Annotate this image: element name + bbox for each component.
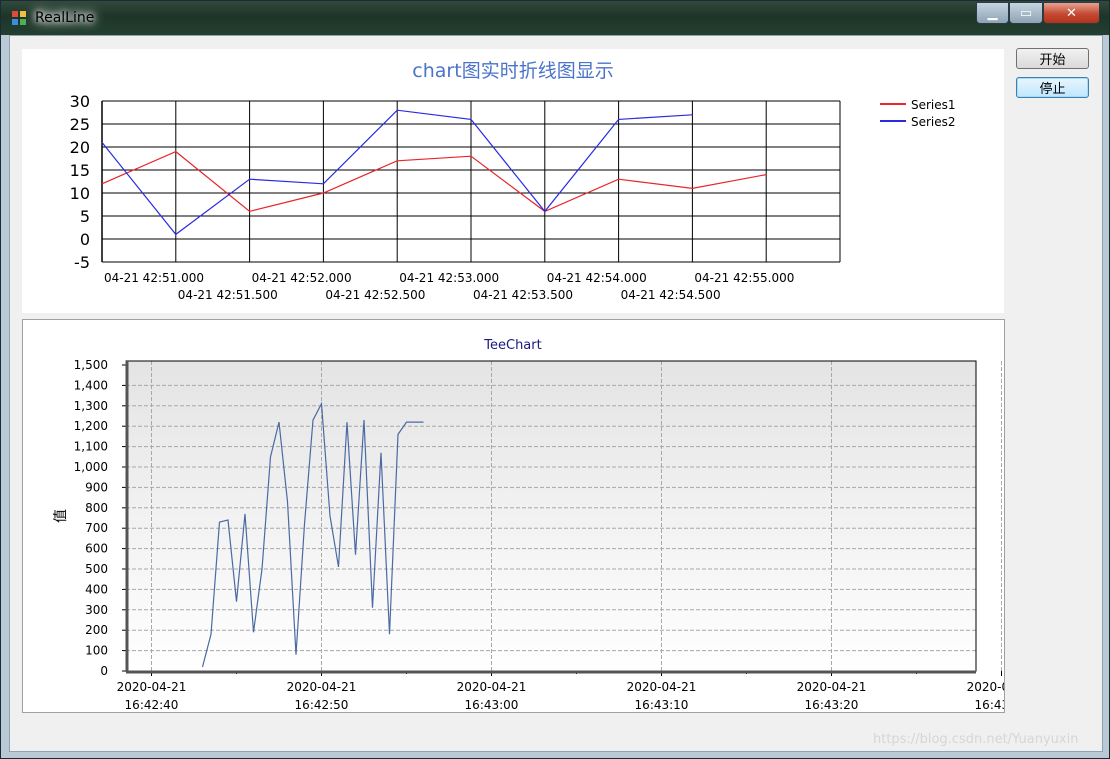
y-tick-label: 200: [85, 623, 108, 637]
y-tick-label: 25: [70, 115, 90, 134]
y-tick-label: 1,200: [74, 419, 108, 433]
x-tick-date: 2020-04-21: [627, 680, 697, 694]
y-axis-title: 值: [53, 509, 69, 523]
csdn-watermark: https://blog.csdn.net/Yuanyuxin: [873, 732, 1079, 747]
x-tick-date: 2020-04-21: [797, 680, 867, 694]
x-tick-label: 04-21 42:53.000: [399, 271, 499, 285]
x-tick-label: 04-21 42:54.000: [547, 271, 647, 285]
y-tick-label: 1,000: [74, 460, 108, 474]
x-tick-time: 16:42:40: [125, 698, 179, 712]
chart-title: chart图实时折线图显示: [412, 60, 613, 82]
app-icon: [12, 11, 26, 25]
x-tick-date: 2020-04-21: [287, 680, 357, 694]
x-tick-label: 04-21 42:54.500: [621, 288, 721, 302]
y-tick-label: 400: [85, 582, 108, 596]
x-tick-time: 16:42:50: [295, 698, 349, 712]
y-tick-label: 500: [85, 562, 108, 576]
y-tick-label: 1,500: [74, 358, 108, 372]
y-tick-label: 800: [85, 501, 108, 515]
y-tick-label: -5: [74, 253, 90, 272]
legend-label-2: Series2: [911, 115, 956, 129]
x-tick-time: 16:43:20: [805, 698, 859, 712]
x-tick-date: 2020-04-21: [117, 680, 187, 694]
x-tick-label: 04-21 42:51.500: [178, 288, 278, 302]
start-button[interactable]: 开始: [1016, 48, 1089, 69]
y-tick-label: 10: [70, 184, 90, 203]
x-tick-label: 04-21 42:55.000: [694, 271, 794, 285]
y-tick-label: 300: [85, 603, 108, 617]
x-tick-time: 16:43:00: [465, 698, 519, 712]
y-tick-label: 1,400: [74, 378, 108, 392]
y-tick-label: 15: [70, 161, 90, 180]
y-tick-label: 0: [100, 664, 108, 678]
ms-chart-panel: chart图实时折线图显示 30 25 20 15 10 5 0 -5 04-21 42:51.0…: [22, 49, 1004, 313]
y-tick-label: 1,100: [74, 440, 108, 454]
maximize-icon: ▭: [1019, 5, 1033, 21]
x-tick-label: 04-21 42:51.000: [104, 271, 204, 285]
y-tick-label: 1,300: [74, 399, 108, 413]
stop-button[interactable]: 停止: [1016, 77, 1089, 98]
x-tick-label: 04-21 42:52.500: [325, 288, 425, 302]
ms-line-chart: chart图实时折线图显示 30 25 20 15 10 5 0 -5 04-21 42:51.0…: [70, 60, 956, 302]
minimize-icon: ▁: [987, 5, 998, 21]
x-tick-time: 16:43:30: [975, 698, 1004, 712]
y-tick-label: 30: [70, 92, 90, 111]
series-line-1: [101, 150, 767, 213]
title-bar[interactable]: RealLine ▁ ▭ ✕: [1, 1, 1109, 35]
y-tick-label: 900: [85, 480, 108, 494]
close-icon: ✕: [1066, 5, 1077, 21]
y-tick-label: 20: [70, 138, 90, 157]
x-tick-date: 2020-04-21: [967, 680, 1004, 694]
y-tick-label: 600: [85, 542, 108, 556]
x-tick-label: 04-21 42:53.500: [473, 288, 573, 302]
teechart-line-chart: TeeChart 1,500 1,400 1,300 1,200 1,100 1,000 90…: [53, 338, 1036, 712]
legend-label-1: Series1: [911, 98, 956, 112]
teechart-title: TeeChart: [483, 338, 541, 353]
y-tick-label: 700: [85, 521, 108, 535]
minimize-button[interactable]: ▁: [976, 2, 1009, 24]
app-window: RealLine ▁ ▭ ✕ chart图实时折线图显示 30 25 20 15 10 5 0…: [0, 0, 1110, 759]
x-tick-label: 04-21 42:52.000: [252, 271, 352, 285]
form-client-area: chart图实时折线图显示 30 25 20 15 10 5 0 -5 04-21 42:51.0…: [9, 35, 1103, 752]
y-tick-label: 100: [85, 644, 108, 658]
maximize-button[interactable]: ▭: [1009, 2, 1043, 24]
teechart-panel: TeeChart 1,500 1,400 1,300 1,200 1,100 1,000 90…: [22, 319, 1036, 713]
window-title: RealLine: [35, 10, 95, 26]
x-tick-time: 16:43:10: [635, 698, 689, 712]
y-tick-label: 5: [80, 207, 90, 226]
x-tick-date: 2020-04-21: [457, 680, 527, 694]
close-button[interactable]: ✕: [1043, 2, 1100, 24]
y-tick-label: 0: [80, 230, 90, 249]
